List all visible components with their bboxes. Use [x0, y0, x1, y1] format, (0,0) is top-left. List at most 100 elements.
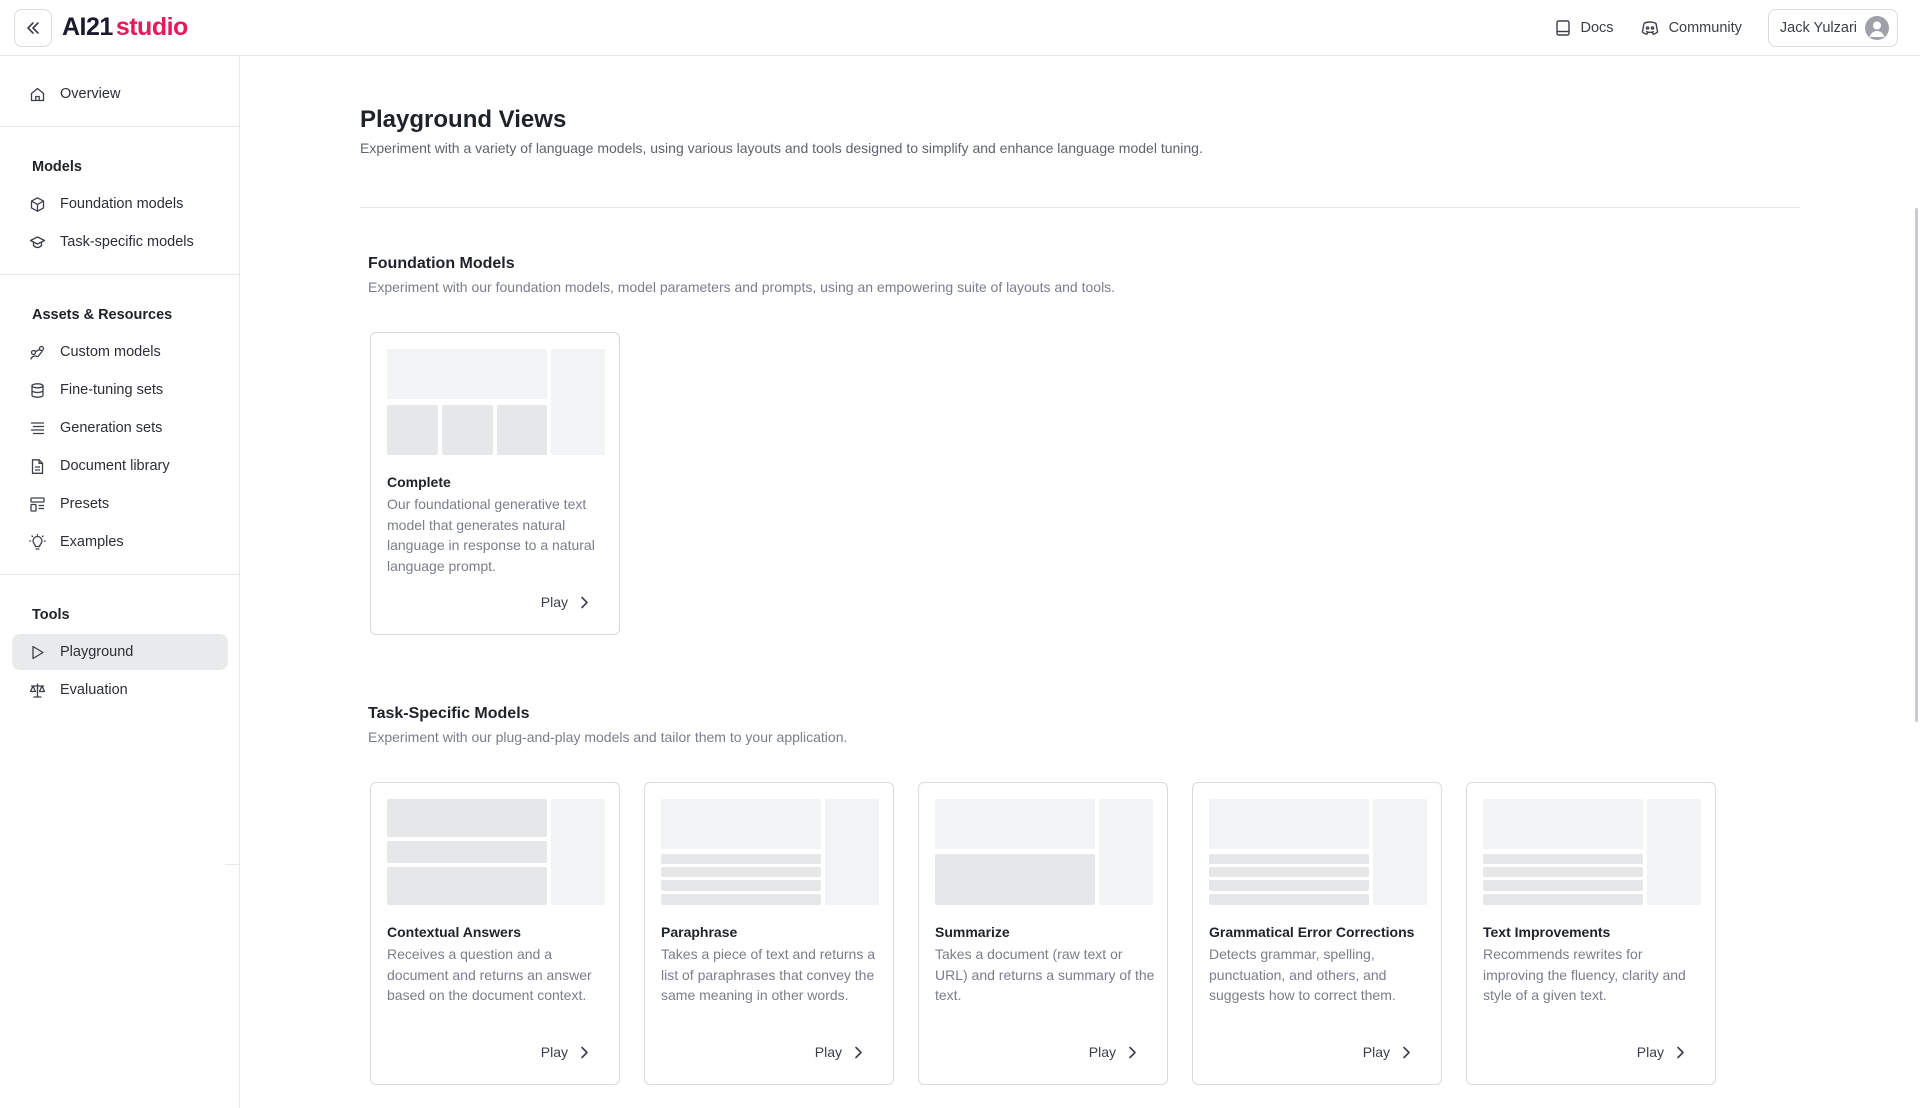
- card-thumbnail: [387, 799, 605, 905]
- book-icon: [1555, 20, 1570, 36]
- chevron-right-icon: [581, 596, 588, 608]
- card-contextual-answers[interactable]: Contextual Answers Receives a question a…: [370, 782, 620, 1085]
- sidebar-item-foundation-models[interactable]: Foundation models: [12, 186, 228, 222]
- home-icon: [30, 87, 45, 101]
- sidebar-item-label: Foundation models: [60, 196, 184, 212]
- sidebar-item-document-library[interactable]: Document library: [12, 448, 228, 484]
- sidebar: Overview Models Foundation models Task-s…: [0, 56, 240, 1108]
- card-paraphrase[interactable]: Paraphrase Takes a piece of text and ret…: [644, 782, 894, 1085]
- sidebar-item-custom-models[interactable]: Custom models: [12, 334, 228, 370]
- sidebar-section-assets: Assets & Resources: [32, 307, 173, 323]
- play-label: Play: [1362, 1044, 1390, 1060]
- card-title: Complete: [387, 474, 451, 490]
- card-thumbnail: [387, 349, 605, 455]
- card-thumbnail: [661, 799, 879, 905]
- docs-label: Docs: [1580, 20, 1614, 36]
- collapse-sidebar-button[interactable]: [14, 9, 52, 47]
- user-icon: [1869, 21, 1885, 37]
- sidebar-resize-handle[interactable]: [225, 864, 239, 865]
- sidebar-item-label: Evaluation: [60, 682, 128, 698]
- card-thumbnail: [1209, 799, 1427, 905]
- card-thumbnail: [1483, 799, 1701, 905]
- stack-list-icon: [30, 421, 45, 434]
- task-section-title: Task-Specific Models: [368, 705, 530, 722]
- discord-icon: [1641, 21, 1658, 35]
- chevron-right-icon: [1677, 1046, 1684, 1058]
- sidebar-item-examples[interactable]: Examples: [12, 524, 228, 560]
- sidebar-section-models: Models: [32, 159, 82, 175]
- double-chevron-left-icon: [27, 22, 39, 34]
- card-text-improvements[interactable]: Text Improvements Recommends rewrites fo…: [1466, 782, 1716, 1085]
- sidebar-item-label: Custom models: [60, 344, 161, 360]
- task-section-subtitle: Experiment with our plug-and-play models…: [368, 729, 848, 745]
- card-title: Summarize: [935, 924, 1010, 940]
- page-subtitle: Experiment with a variety of language mo…: [360, 140, 1203, 156]
- section-divider: [360, 207, 1800, 208]
- card-title: Grammatical Error Corrections: [1209, 924, 1415, 940]
- chevron-right-icon: [855, 1046, 862, 1058]
- play-button[interactable]: Play: [541, 1044, 589, 1060]
- card-description: Receives a question and a document and r…: [387, 946, 592, 1003]
- cube-icon: [30, 196, 45, 212]
- sidebar-item-fine-tuning-sets[interactable]: Fine-tuning sets: [12, 372, 228, 408]
- play-label: Play: [1636, 1044, 1664, 1060]
- card-title: Paraphrase: [661, 924, 738, 940]
- play-button[interactable]: Play: [1637, 1044, 1685, 1060]
- foundation-section-title: Foundation Models: [368, 255, 515, 272]
- header-actions: Docs Community Jack Yulzari: [1554, 9, 1898, 47]
- docs-link[interactable]: Docs: [1554, 19, 1614, 37]
- top-header: AI21 studio Docs Community Jack Yulzari: [0, 0, 1920, 56]
- chevron-right-icon: [1129, 1046, 1136, 1058]
- play-label: Play: [1088, 1044, 1116, 1060]
- sidebar-item-label: Playground: [60, 644, 134, 660]
- card-grammatical-error-corrections[interactable]: Grammatical Error Corrections Detects gr…: [1192, 782, 1442, 1085]
- card-description: Our foundational generative text model t…: [387, 496, 595, 574]
- avatar: [1865, 16, 1889, 40]
- chevron-right-icon: [581, 1046, 588, 1058]
- document-icon: [31, 458, 44, 474]
- sidebar-item-label: Generation sets: [60, 420, 163, 436]
- sidebar-item-overview[interactable]: Overview: [12, 76, 228, 112]
- card-title: Text Improvements: [1483, 924, 1611, 940]
- community-label: Community: [1668, 20, 1742, 36]
- play-button[interactable]: Play: [1363, 1044, 1411, 1060]
- sidebar-item-playground[interactable]: Playground: [12, 634, 228, 670]
- play-button[interactable]: Play: [815, 1044, 863, 1060]
- sidebar-item-label: Overview: [60, 86, 121, 102]
- card-description: Takes a piece of text and returns a list…: [661, 946, 876, 1003]
- presets-icon: [30, 496, 45, 512]
- sidebar-item-label: Examples: [60, 534, 124, 550]
- foundation-section-subtitle: Experiment with our foundation models, m…: [368, 279, 1116, 295]
- sidebar-item-generation-sets[interactable]: Generation sets: [12, 410, 228, 446]
- play-button[interactable]: Play: [1089, 1044, 1137, 1060]
- community-link[interactable]: Community: [1640, 19, 1742, 37]
- logo-studio-text: studio: [115, 13, 189, 41]
- chevron-right-icon: [1403, 1046, 1410, 1058]
- logo-ai21-text: AI21: [62, 13, 113, 41]
- main-content: Playground Views Experiment with a varie…: [240, 56, 1920, 1108]
- card-summarize[interactable]: Summarize Takes a document (raw text or …: [918, 782, 1168, 1085]
- sidebar-item-label: Task-specific models: [60, 234, 194, 250]
- sidebar-item-presets[interactable]: Presets: [12, 486, 228, 522]
- play-button[interactable]: Play: [541, 594, 589, 610]
- ai21-studio-logo[interactable]: AI21 studio: [62, 12, 188, 42]
- user-menu-button[interactable]: Jack Yulzari: [1767, 9, 1898, 47]
- play-label: Play: [814, 1044, 842, 1060]
- sidebar-item-task-specific-models[interactable]: Task-specific models: [12, 224, 228, 260]
- card-thumbnail: [935, 799, 1153, 905]
- play-label: Play: [540, 1044, 568, 1060]
- play-label: Play: [540, 594, 568, 610]
- sidebar-section-tools: Tools: [32, 607, 70, 623]
- sidebar-item-label: Document library: [60, 458, 170, 474]
- main-scrollbar[interactable]: [1915, 208, 1918, 722]
- sidebar-item-label: Fine-tuning sets: [60, 382, 164, 398]
- card-complete[interactable]: Complete Our foundational generative tex…: [370, 332, 620, 635]
- play-icon: [32, 645, 44, 659]
- sidebar-item-evaluation[interactable]: Evaluation: [12, 672, 228, 708]
- page-title: Playground Views: [360, 106, 567, 133]
- lightbulb-icon: [29, 533, 46, 550]
- custom-models-icon: [30, 345, 45, 360]
- card-description: Recommends rewrites for improving the fl…: [1483, 946, 1686, 1003]
- card-title: Contextual Answers: [387, 924, 522, 940]
- sidebar-item-label: Presets: [60, 496, 110, 512]
